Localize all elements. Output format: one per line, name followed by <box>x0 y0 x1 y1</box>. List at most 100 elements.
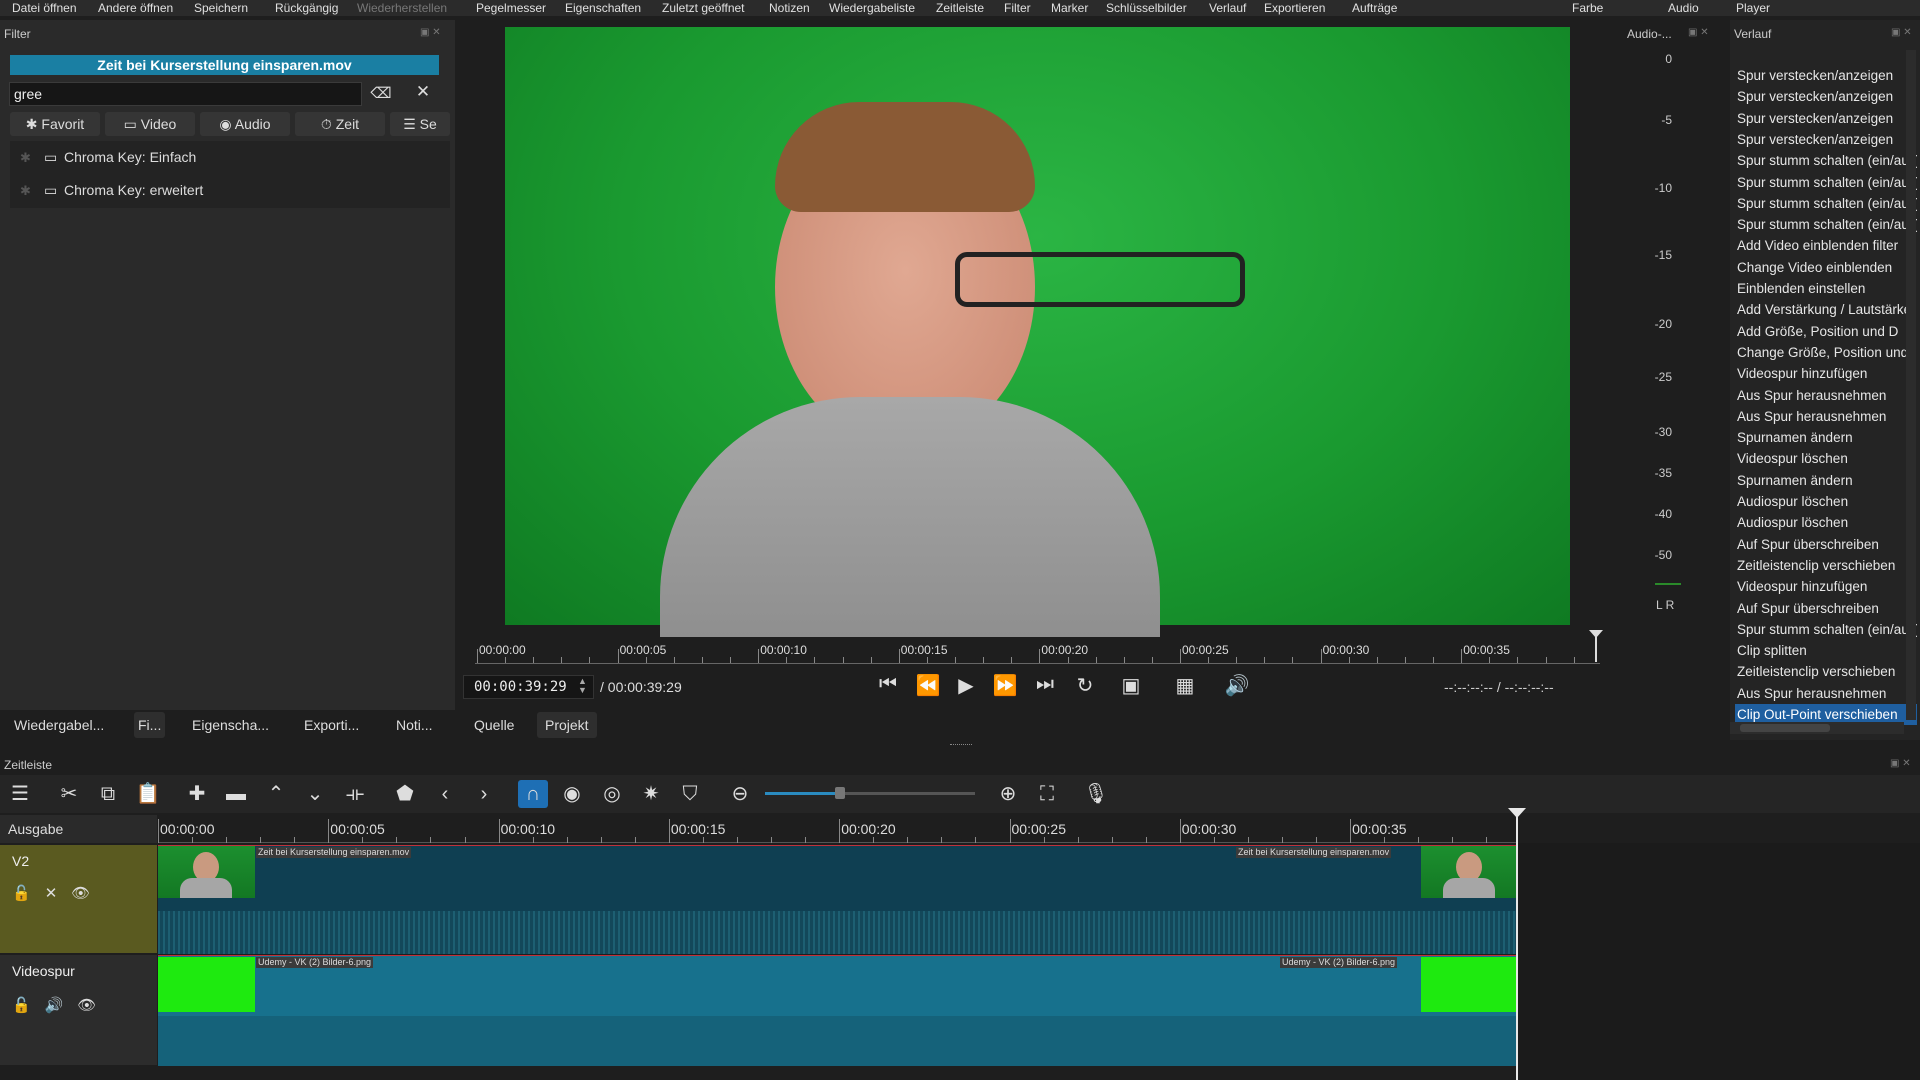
menu-icon[interactable]: ☰ <box>5 780 35 808</box>
history-item[interactable]: Einblenden einstellen <box>1735 278 1917 299</box>
lock-icon[interactable]: 🔓 <box>12 885 45 902</box>
snap-icon[interactable]: ∩ <box>518 780 548 808</box>
tab-export[interactable]: Exporti... <box>300 712 363 738</box>
skip-to-start-icon[interactable]: ⏮ <box>873 673 903 696</box>
history-item[interactable]: Add Video einblenden filter <box>1735 235 1917 256</box>
menu-audio[interactable]: Audio <box>1668 1 1699 15</box>
history-item[interactable]: Clip splitten <box>1735 640 1917 661</box>
speaker-icon[interactable]: 🔊 <box>45 997 78 1014</box>
splitter-handle[interactable] <box>950 744 972 747</box>
append-icon[interactable]: ✚ <box>182 780 212 808</box>
marker-icon[interactable]: ⬟ <box>390 780 420 808</box>
timeline-empty-area[interactable] <box>1518 843 1920 1080</box>
clip-label[interactable]: Udemy - VK (2) Bilder-6.png <box>256 957 374 968</box>
menu-history[interactable]: Verlauf <box>1209 1 1246 15</box>
menu-save[interactable]: Speichern <box>194 1 248 15</box>
history-item[interactable]: Spur stumm schalten (ein/aus) <box>1735 172 1917 193</box>
player-ruler[interactable]: 00:00:00 00:00:05 00:00:10 00:00:15 00:00:20… <box>475 635 1600 665</box>
history-item[interactable]: Spur stumm schalten (ein/aus) <box>1735 150 1917 171</box>
lock-icon[interactable]: 🔓 <box>12 997 45 1014</box>
eye-icon[interactable]: 👁 <box>77 997 110 1014</box>
tab-properties[interactable]: Eigenscha... <box>188 712 273 738</box>
menu-keyframes[interactable]: Schlüsselbilder <box>1106 1 1187 15</box>
filter-search-input[interactable]: gree <box>9 82 362 106</box>
menu-jobs[interactable]: Aufträge <box>1352 1 1397 15</box>
history-item[interactable]: Videospur hinzufügen <box>1735 363 1917 384</box>
remove-icon[interactable]: ▬ <box>221 780 251 808</box>
menu-notes[interactable]: Notizen <box>769 1 810 15</box>
history-item[interactable]: Spur verstecken/anzeigen <box>1735 108 1917 129</box>
tab-project[interactable]: Projekt <box>537 712 597 738</box>
history-item[interactable]: Add Verstärkung / Lautstärke <box>1735 299 1917 320</box>
close-icon[interactable]: ✕ <box>412 82 434 102</box>
history-item[interactable]: Aus Spur herausnehmen <box>1735 406 1917 427</box>
zoom-fit-icon[interactable]: ▣ <box>1116 673 1146 698</box>
clip-label[interactable]: Zeit bei Kurserstellung einsparen.mov <box>256 847 412 858</box>
category-time[interactable]: ⏱ Zeit <box>295 112 385 136</box>
history-hscroll-thumb[interactable] <box>1740 724 1830 732</box>
tab-filter[interactable]: Fi... <box>134 712 166 738</box>
panel-float-close-icon[interactable]: ▣ ✕ <box>1891 27 1912 38</box>
category-audio[interactable]: ◉ Audio <box>200 112 290 136</box>
timecode-stepper-icon[interactable]: ▲ ▼ <box>578 677 587 695</box>
overwrite-icon[interactable]: ⌄ <box>300 780 330 808</box>
menu-redo[interactable]: Wiederherstellen <box>357 1 447 15</box>
favorite-star-icon[interactable]: ✱ <box>20 141 31 174</box>
split-icon[interactable]: ⟛ <box>340 780 370 808</box>
menu-color[interactable]: Farbe <box>1572 1 1603 15</box>
menu-undo[interactable]: Rückgängig <box>275 1 338 15</box>
ripple-all-icon[interactable]: ✷ <box>636 780 666 808</box>
category-sets[interactable]: ☰ Se <box>390 112 450 136</box>
history-item[interactable]: Videospur hinzufügen <box>1735 576 1917 597</box>
zoom-slider-handle[interactable] <box>835 787 845 799</box>
skip-to-end-icon[interactable]: ⏭ <box>1030 673 1060 696</box>
output-track-header[interactable]: Ausgabe <box>0 815 157 843</box>
menu-recent[interactable]: Zuletzt geöffnet <box>662 1 745 15</box>
ripple-icon[interactable]: ◎ <box>597 780 627 808</box>
menu-properties[interactable]: Eigenschaften <box>565 1 641 15</box>
next-marker-icon[interactable]: › <box>469 780 499 808</box>
menu-playlist[interactable]: Wiedergabeliste <box>829 1 915 15</box>
volume-icon[interactable]: 🔊 <box>1222 673 1252 698</box>
clip-label[interactable]: Udemy - VK (2) Bilder-6.png <box>1280 957 1398 968</box>
track-lane-videospur[interactable]: Udemy - VK (2) Bilder-6.png Udemy - VK (… <box>158 955 1518 1066</box>
history-item[interactable]: Audiospur löschen <box>1735 491 1917 512</box>
menu-open-file[interactable]: Datei öffnen <box>12 1 77 15</box>
ripple-markers-icon[interactable]: ⛉ <box>675 780 705 808</box>
menu-timeline[interactable]: Zeitleiste <box>936 1 984 15</box>
menu-open-other[interactable]: Andere öffnen <box>98 1 173 15</box>
history-item[interactable]: Zeitleistenclip verschieben <box>1735 661 1917 682</box>
history-item[interactable]: Spur verstecken/anzeigen <box>1735 129 1917 150</box>
grid-icon[interactable]: ▦ <box>1170 673 1200 698</box>
menu-filter[interactable]: Filter <box>1004 1 1031 15</box>
menu-player[interactable]: Player <box>1736 1 1770 15</box>
zoom-fit-icon[interactable]: ⛶ <box>1032 780 1062 808</box>
panel-float-close-icon[interactable]: ▣ ✕ <box>420 27 441 38</box>
history-item[interactable]: Spurnamen ändern <box>1735 470 1917 491</box>
track-name[interactable]: Videospur <box>12 963 75 979</box>
history-item[interactable]: Videospur löschen <box>1735 448 1917 469</box>
history-item[interactable]: Add Größe, Position und D <box>1735 321 1917 342</box>
scrub-icon[interactable]: ◉ <box>557 780 587 808</box>
zoom-out-icon[interactable]: ⊖ <box>725 780 755 808</box>
filter-result-item[interactable]: ✱ ▭ Chroma Key: erweitert <box>10 174 450 207</box>
play-icon[interactable]: ▶ <box>951 673 981 698</box>
eye-icon[interactable]: 👁 <box>71 885 104 902</box>
panel-float-close-icon[interactable]: ▣ ✕ <box>1890 758 1911 769</box>
category-favorite[interactable]: ✱ Favorit <box>10 112 100 136</box>
menu-marker[interactable]: Marker <box>1051 1 1088 15</box>
loop-icon[interactable]: ↻ <box>1070 673 1100 698</box>
record-audio-icon[interactable]: 🎙 <box>1081 780 1111 808</box>
history-vscrollbar[interactable] <box>1906 50 1916 720</box>
history-item[interactable]: Change Video einblenden <box>1735 257 1917 278</box>
timeline-playhead[interactable] <box>1516 813 1518 1080</box>
timecode-input[interactable]: 00:00:39:29 <box>463 675 594 699</box>
track-name[interactable]: V2 <box>12 853 29 869</box>
timeline-ruler[interactable]: 00:00:00 00:00:05 00:00:10 00:00:15 00:00:20… <box>158 815 1518 843</box>
zoom-in-icon[interactable]: ⊕ <box>993 780 1023 808</box>
track-header-v2[interactable]: V2 🔓✕👁 <box>0 845 157 953</box>
clip-label[interactable]: Zeit bei Kurserstellung einsparen.mov <box>1236 847 1392 858</box>
mute-icon[interactable]: ✕ <box>45 885 72 902</box>
video-preview[interactable] <box>505 27 1570 637</box>
history-item[interactable]: Spur stumm schalten (ein/aus) <box>1735 193 1917 214</box>
